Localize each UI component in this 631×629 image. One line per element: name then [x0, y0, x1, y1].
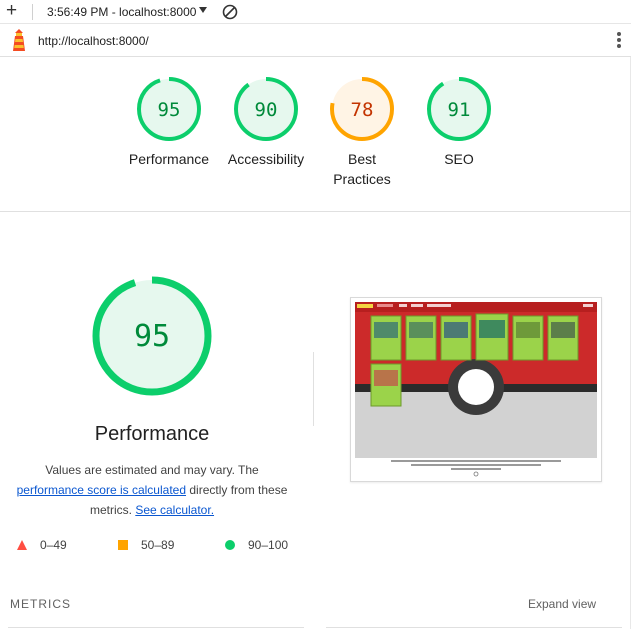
gauge-score: 90	[255, 99, 278, 121]
more-options-icon[interactable]	[617, 32, 621, 48]
legend-pass: 90–100	[224, 537, 314, 553]
final-screenshot-thumbnail[interactable]	[350, 297, 602, 482]
see-calculator-link[interactable]: See calculator.	[135, 503, 214, 517]
square-icon	[118, 540, 128, 550]
performance-description: Values are estimated and may vary. The p…	[2, 460, 302, 520]
metrics-heading: METRICS	[10, 597, 71, 611]
section-divider	[0, 211, 631, 212]
triangle-icon	[17, 540, 27, 550]
gauge-label: Best Practices	[333, 151, 391, 187]
desc-text-3: metrics.	[89, 503, 132, 517]
performance-title: Performance	[94, 423, 210, 445]
circle-icon	[225, 540, 235, 550]
desc-text-2: directly from these	[189, 483, 288, 497]
clear-icon[interactable]	[222, 4, 238, 20]
score-gauge-best-practices[interactable]: 78 Best Practices	[307, 76, 417, 189]
vertical-divider	[313, 352, 314, 426]
desc-text-1: Values are estimated and may vary. The	[45, 463, 259, 477]
gauge-ring: 95	[137, 77, 201, 141]
score-calculated-link[interactable]: performance score is calculated	[17, 483, 186, 497]
chevron-down-icon[interactable]	[199, 7, 207, 13]
new-report-button[interactable]: +	[6, 1, 17, 21]
gauge-ring: 91	[427, 77, 491, 141]
legend-pass-label: 90–100	[248, 538, 289, 552]
expand-view-button[interactable]: Expand view	[528, 597, 596, 611]
gauge-ring: 90	[234, 77, 298, 141]
gauge-ring: 78	[330, 77, 394, 141]
gauge-score: 95	[158, 99, 181, 121]
score-gauge-performance[interactable]: 95 Performance	[114, 76, 224, 169]
performance-score-large: 95	[134, 319, 170, 354]
metrics-divider-left	[8, 627, 304, 628]
gauge-score: 78	[351, 99, 374, 121]
report-selector[interactable]: 3:56:49 PM - localhost:8000	[47, 5, 196, 19]
screenshot-image	[351, 298, 601, 481]
gauge-score: 91	[448, 99, 471, 121]
gauge-label: Accessibility	[227, 151, 305, 167]
legend-fail-label: 0–49	[40, 538, 67, 552]
legend-fail: 0–49	[16, 537, 106, 553]
metrics-divider-right	[326, 627, 622, 628]
legend-average-label: 50–89	[141, 538, 175, 552]
lighthouse-icon	[13, 29, 25, 51]
report-url-bar: http://localhost:8000/	[0, 25, 631, 57]
report-url[interactable]: http://localhost:8000/	[38, 34, 149, 48]
devtools-topbar: + 3:56:49 PM - localhost:8000	[0, 0, 631, 24]
toolbar-separator	[32, 4, 33, 20]
gauge-label: SEO	[444, 151, 474, 167]
legend-average: 50–89	[117, 537, 207, 553]
performance-gauge-large: 95	[92, 276, 212, 396]
score-gauge-accessibility[interactable]: 90 Accessibility	[211, 76, 321, 169]
gauge-label: Performance	[128, 151, 210, 167]
score-gauge-seo[interactable]: 91 SEO	[404, 76, 514, 169]
